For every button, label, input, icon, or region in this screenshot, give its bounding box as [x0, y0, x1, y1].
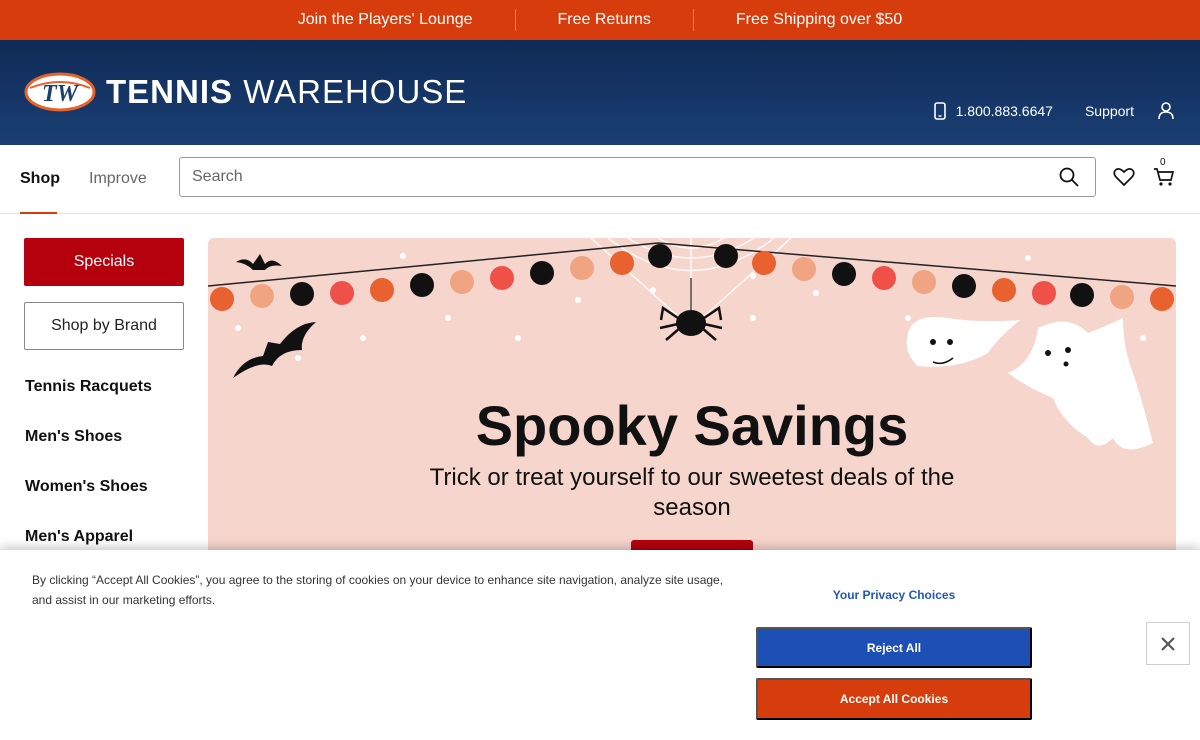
- promo-free-shipping-link[interactable]: Free Shipping over $50: [692, 9, 944, 31]
- category-tennis-racquets[interactable]: Tennis Racquets: [25, 378, 152, 396]
- cart-icon[interactable]: [1153, 167, 1175, 187]
- site-header: TW TENNIS WAREHOUSE 1.800.883.6647 Suppo…: [0, 40, 1200, 145]
- search-box: [179, 157, 1096, 197]
- svg-text:TW: TW: [42, 81, 80, 107]
- shop-by-brand-button[interactable]: Shop by Brand: [24, 302, 184, 350]
- category-mens-shoes[interactable]: Men's Shoes: [25, 428, 122, 446]
- tw-logo-icon: TW: [24, 72, 96, 112]
- hero-title: Spooky Savings: [475, 394, 909, 457]
- account-icon[interactable]: [1158, 102, 1174, 120]
- brand-name-light: WAREHOUSE: [243, 73, 468, 110]
- hero-banner[interactable]: Spooky Savings Trick or treat yourself t…: [208, 238, 1176, 568]
- heart-icon[interactable]: [1113, 167, 1135, 187]
- specials-button[interactable]: Specials: [24, 238, 184, 286]
- search-input[interactable]: [180, 158, 1040, 196]
- phone-icon: [933, 102, 946, 120]
- reject-all-button[interactable]: Reject All: [756, 627, 1032, 668]
- category-mens-apparel[interactable]: Men's Apparel: [25, 528, 133, 546]
- brand-name-bold: TENNIS: [106, 73, 234, 110]
- hero-subtitle: Trick or treat yourself to our sweetest …: [429, 464, 955, 521]
- cookie-banner: By clicking “Accept All Cookies”, you ag…: [0, 550, 1200, 740]
- nav-bar: Shop Improve 0: [0, 145, 1200, 214]
- privacy-choices-link[interactable]: Your Privacy Choices: [756, 588, 1032, 602]
- promo-free-returns-link[interactable]: Free Returns: [514, 9, 693, 31]
- tab-shop[interactable]: Shop: [20, 170, 60, 214]
- phone-link[interactable]: 1.800.883.6647: [933, 102, 1053, 120]
- close-x-glyph: [1161, 636, 1175, 651]
- site-logo[interactable]: TW TENNIS WAREHOUSE: [24, 72, 467, 112]
- tab-improve[interactable]: Improve: [89, 170, 147, 214]
- close-icon[interactable]: [1146, 622, 1190, 665]
- phone-number: 1.800.883.6647: [955, 103, 1053, 119]
- cookie-consent-text: By clicking “Accept All Cookies”, you ag…: [32, 573, 724, 607]
- brand-name: TENNIS WAREHOUSE: [106, 72, 467, 112]
- promo-bar: Join the Players' Lounge Free Returns Fr…: [0, 0, 1200, 40]
- category-womens-shoes[interactable]: Women's Shoes: [25, 478, 148, 496]
- search-icon[interactable]: [1059, 167, 1079, 187]
- promo-players-lounge-link[interactable]: Join the Players' Lounge: [256, 9, 515, 31]
- header-utility: 1.800.883.6647 Support: [933, 102, 1174, 120]
- support-link[interactable]: Support: [1085, 103, 1134, 119]
- accept-all-cookies-button[interactable]: Accept All Cookies: [756, 678, 1032, 720]
